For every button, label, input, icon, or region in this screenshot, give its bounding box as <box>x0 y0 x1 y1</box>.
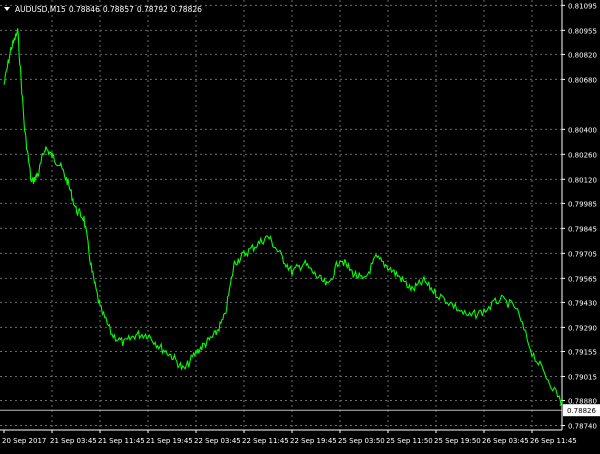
y-tick-label: 0.79705 <box>568 250 597 258</box>
high-value: 0.78857 <box>102 4 134 14</box>
chart-header: AUDUSD,M15 0.78846 0.78857 0.78792 0.788… <box>4 3 202 15</box>
close-value: 0.78826 <box>170 4 202 14</box>
y-tick-label: 0.79565 <box>568 275 597 283</box>
y-tick-label: 0.80260 <box>568 151 597 159</box>
current-price-tag: 0.78826 <box>0 404 600 417</box>
low-value: 0.78792 <box>136 4 168 14</box>
price-chart[interactable]: 0.81095 0.80955 0.80820 0.80680 0.80400 0.802… <box>0 0 600 450</box>
x-tick-label: 22 Sep 11:45 <box>242 437 289 445</box>
y-tick-label: 0.79845 <box>568 225 597 233</box>
x-tick-label: 26 Sep 03:45 <box>482 437 529 445</box>
y-tick-label: 0.80120 <box>568 176 597 184</box>
y-tick-label: 0.79430 <box>568 299 597 307</box>
open-value: 0.78846 <box>68 4 100 14</box>
y-tick-label: 0.78740 <box>568 423 597 431</box>
x-tick-label: 25 Sep 11:50 <box>386 437 433 445</box>
y-tick-label: 0.80400 <box>568 126 597 134</box>
time-axis-labels: 20 Sep 2017 21 Sep 03:45 21 Sep 11:45 21 Se… <box>2 437 577 445</box>
x-tick-label: 21 Sep 11:45 <box>98 437 145 445</box>
y-tick-label: 0.79155 <box>568 348 597 356</box>
y-tick-label: 0.80955 <box>568 27 597 35</box>
grid <box>0 0 562 430</box>
x-tick-label: 22 Sep 03:45 <box>194 437 241 445</box>
x-tick-label: 20 Sep 2017 <box>2 437 46 445</box>
y-tick-label: 0.80820 <box>568 51 597 59</box>
y-tick-label: 0.80680 <box>568 76 597 84</box>
price-line <box>3 28 563 407</box>
axes <box>0 0 565 433</box>
x-tick-label: 22 Sep 19:45 <box>290 437 337 445</box>
current-price-label: 0.78826 <box>567 407 596 415</box>
x-tick-label: 25 Sep 03:50 <box>338 437 385 445</box>
y-tick-label: 0.79015 <box>568 373 597 381</box>
triangle-down-icon[interactable] <box>4 7 10 11</box>
x-tick-label: 21 Sep 03:45 <box>50 437 97 445</box>
price-series <box>3 28 563 407</box>
y-tick-label: 0.81095 <box>568 2 597 10</box>
x-tick-label: 25 Sep 19:50 <box>434 437 481 445</box>
price-axis-labels: 0.81095 0.80955 0.80820 0.80680 0.80400 0.802… <box>568 2 597 430</box>
x-tick-label: 26 Sep 11:45 <box>530 437 577 445</box>
chart-window[interactable]: AUDUSD,M15 0.78846 0.78857 0.78792 0.788… <box>0 0 600 450</box>
y-tick-label: 0.79985 <box>568 200 597 208</box>
symbol-label: AUDUSD,M15 <box>15 4 66 14</box>
y-tick-label: 0.79290 <box>568 324 597 332</box>
x-tick-label: 21 Sep 19:45 <box>146 437 193 445</box>
